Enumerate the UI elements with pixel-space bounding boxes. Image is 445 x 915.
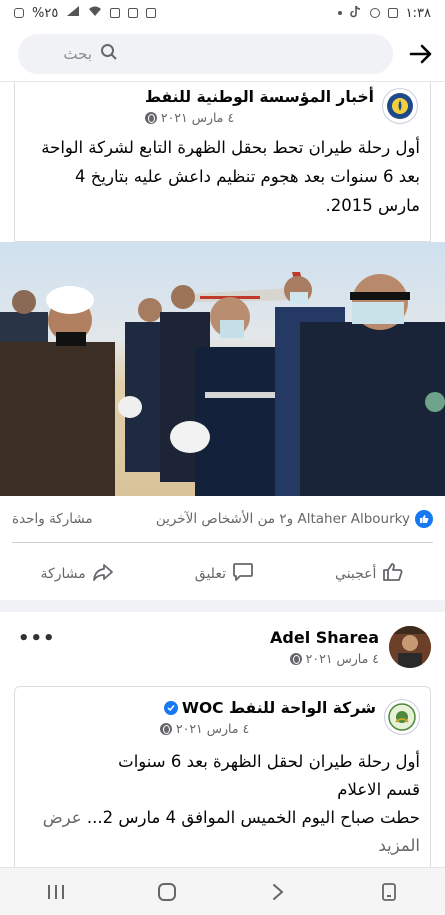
signal-icon xyxy=(66,5,80,21)
post-card-2: ••• Adel Sharea ٤ مارس ٢٠٢١ شركة الواحة … xyxy=(0,612,445,876)
status-time: ١:٣٨ xyxy=(405,5,431,21)
post-date[interactable]: ٤ مارس ٢٠٢١ xyxy=(161,110,234,125)
app-icon xyxy=(387,8,398,18)
like-icon xyxy=(382,562,404,586)
shared-post-frame[interactable]: شركة الواحة للنفط WOC ٤ مارس ٢٠٢١ أول رح… xyxy=(14,686,431,876)
status-left: %٢٥ xyxy=(14,5,157,21)
post-text: أول رحلة طيران تحط بحقل الظهرة التابع لش… xyxy=(41,138,420,215)
globe-icon xyxy=(289,652,302,665)
comment-icon xyxy=(232,562,254,586)
notification-icon xyxy=(110,8,121,18)
shared-page-name-row: شركة الواحة للنفط WOC xyxy=(160,699,376,717)
shared-post-meta: شركة الواحة للنفط WOC ٤ مارس ٢٠٢١ xyxy=(159,699,376,736)
share-label: مشاركة xyxy=(40,566,86,582)
lock-icon xyxy=(14,8,24,18)
more-options-icon[interactable]: ••• xyxy=(18,628,56,649)
post-meta: أخبار المؤسسة الوطنية للنفط ٤ مارس ٢٠٢١ xyxy=(144,88,374,125)
post-date-row: ٤ مارس ٢٠٢١ xyxy=(144,110,234,125)
comment-button[interactable]: تعليق xyxy=(183,556,266,592)
reactions-text: Altaher Albourky و٢ من الأشخاص الآخرين xyxy=(155,511,410,527)
home-button[interactable] xyxy=(147,877,187,907)
post-photo[interactable] xyxy=(0,242,445,496)
post-actions: مشاركة تعليق أعجبني xyxy=(0,552,445,596)
user-post-date[interactable]: ٤ مارس ٢٠٢١ xyxy=(306,651,379,666)
user-meta: Adel Sharea ٤ مارس ٢٠٢١ xyxy=(270,628,379,666)
user-name[interactable]: Adel Sharea xyxy=(270,628,379,647)
share-button[interactable]: مشاركة xyxy=(29,556,126,592)
search-header xyxy=(0,26,445,82)
media-icon xyxy=(146,8,157,18)
divider xyxy=(12,542,433,543)
keyboard-hide-button[interactable] xyxy=(369,877,409,907)
page-avatar[interactable] xyxy=(382,88,418,124)
battery-percent: %٢٥ xyxy=(32,5,59,21)
dot-icon xyxy=(337,11,342,15)
back-button[interactable] xyxy=(258,877,298,907)
page-name[interactable]: أخبار المؤسسة الوطنية للنفط xyxy=(145,88,374,106)
like-button[interactable]: أعجبني xyxy=(323,556,416,592)
search-box[interactable] xyxy=(18,33,393,74)
shared-post-date[interactable]: ٤ مارس ٢٠٢١ xyxy=(176,721,249,736)
recent-apps-button[interactable] xyxy=(36,877,76,907)
post-card-1: أخبار المؤسسة الوطنية للنفط ٤ مارس ٢٠٢١ … xyxy=(0,82,445,600)
globe-icon xyxy=(159,722,172,735)
wifi-icon xyxy=(88,5,102,21)
shared-page-avatar[interactable] xyxy=(384,699,420,735)
gallery-icon xyxy=(128,8,139,18)
status-right: ١:٣٨ xyxy=(337,5,431,22)
shared-post-frame: أخبار المؤسسة الوطنية للنفط ٤ مارس ٢٠٢١ … xyxy=(14,82,431,242)
share-icon xyxy=(92,562,114,586)
verified-badge-icon xyxy=(163,701,178,715)
message-icon xyxy=(369,8,380,18)
reactions-summary[interactable]: Altaher Albourky و٢ من الأشخاص الآخرين xyxy=(156,510,433,528)
globe-icon xyxy=(144,111,157,124)
shared-page-name[interactable]: شركة الواحة للنفط WOC xyxy=(182,699,376,717)
shared-date-row: ٤ مارس ٢٠٢١ xyxy=(159,721,249,736)
shares-count[interactable]: مشاركة واحدة xyxy=(12,511,93,527)
shared-text-line-3: حطت صباح اليوم الخميس الموافق 4 مارس 2..… xyxy=(33,804,420,860)
back-arrow-icon[interactable] xyxy=(407,40,435,68)
search-input[interactable] xyxy=(32,44,92,63)
like-reaction-icon xyxy=(415,510,433,528)
shared-post-header: شركة الواحة للنفط WOC ٤ مارس ٢٠٢١ xyxy=(15,687,430,736)
user-avatar[interactable] xyxy=(389,626,431,668)
photo-scene xyxy=(0,272,445,496)
status-bar: %٢٥ ١:٣٨ xyxy=(0,0,445,26)
system-nav-bar xyxy=(0,867,445,915)
tiktok-icon xyxy=(349,5,362,22)
post-header: أخبار المؤسسة الوطنية للنفط ٤ مارس ٢٠٢١ xyxy=(15,82,430,125)
user-date-row: ٤ مارس ٢٠٢١ xyxy=(289,651,379,666)
reactions-row: مشاركة واحدة Altaher Albourky و٢ من الأش… xyxy=(12,510,433,528)
comment-label: تعليق xyxy=(194,566,226,582)
shared-text-line-1: أول رحلة طيران لحقل الظهرة بعد 6 سنوات xyxy=(118,752,420,771)
shared-text-line-2: قسم الاعلام xyxy=(337,780,420,799)
like-label: أعجبني xyxy=(335,566,377,582)
shared-text-line-3-body: حطت صباح اليوم الخميس الموافق 4 مارس 2..… xyxy=(86,808,420,827)
search-icon xyxy=(100,43,118,65)
shared-post-text: أول رحلة طيران لحقل الظهرة بعد 6 سنوات ق… xyxy=(15,736,430,860)
